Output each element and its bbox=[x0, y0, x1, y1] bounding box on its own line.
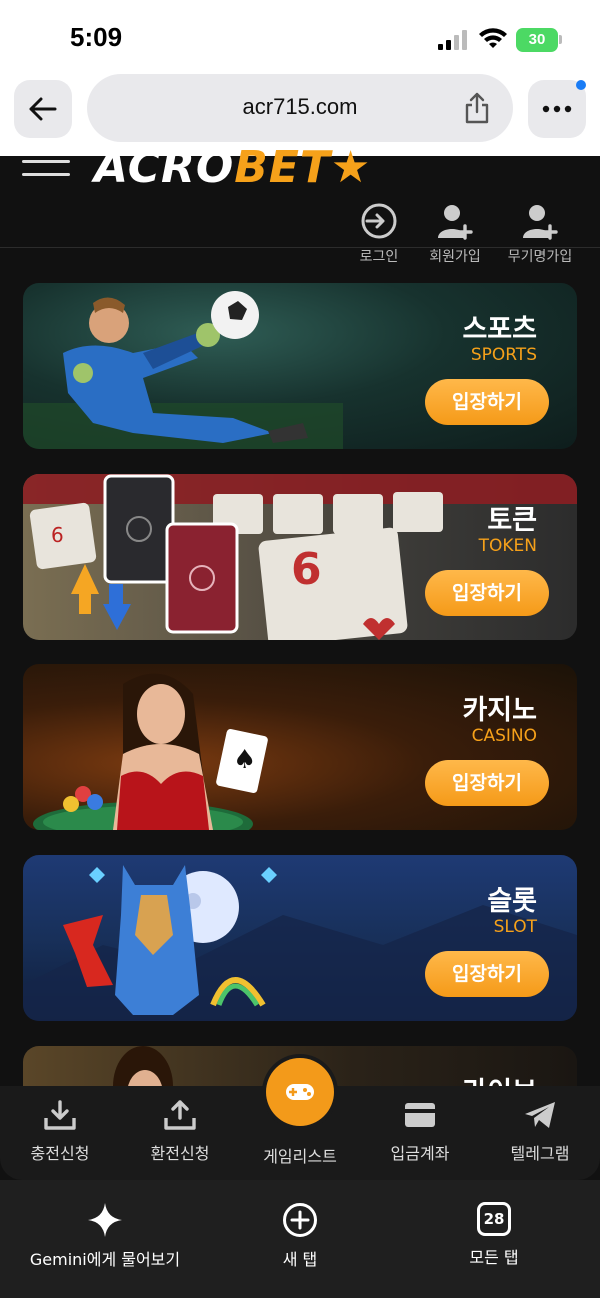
user-add-icon bbox=[438, 205, 473, 240]
nav-label: 텔레그램 bbox=[510, 1144, 570, 1163]
sports-card[interactable]: 스포츠 SPORTS 입장하기 bbox=[23, 283, 577, 449]
svg-text:6: 6 bbox=[291, 544, 322, 595]
sparkle-icon bbox=[88, 1203, 122, 1237]
slot-card[interactable]: 슬롯 SLOT 입장하기 bbox=[23, 855, 577, 1021]
signup-button[interactable]: 회원가입 bbox=[415, 202, 495, 266]
tabs-count: 28 bbox=[483, 1210, 505, 1228]
nav-withdraw-request[interactable]: 환전신청 bbox=[130, 1100, 230, 1164]
svg-text:♠: ♠ bbox=[233, 745, 256, 775]
download-icon bbox=[44, 1100, 76, 1130]
status-time: 5:09 bbox=[70, 22, 123, 52]
wifi-icon bbox=[479, 28, 507, 48]
card-subtitle: TOKEN bbox=[478, 536, 537, 556]
svg-text:6: 6 bbox=[51, 523, 64, 547]
card-icon bbox=[405, 1103, 435, 1127]
card-title: 토큰 bbox=[487, 505, 537, 536]
share-icon[interactable] bbox=[463, 92, 491, 124]
soccer-player-illustration bbox=[23, 291, 343, 449]
anonymous-signup-label: 무기명가입 bbox=[507, 249, 573, 265]
url-text: acr715.com bbox=[242, 94, 358, 119]
address-bar[interactable]: acr715.com bbox=[87, 74, 513, 142]
anonymous-signup-button[interactable]: 무기명가입 bbox=[500, 202, 580, 266]
card-title: 카지노 bbox=[462, 695, 537, 726]
notification-dot bbox=[576, 80, 586, 90]
nav-label: 입금계좌 bbox=[390, 1144, 450, 1163]
site-logo[interactable]: ACROBET★ bbox=[94, 142, 371, 193]
user-add-icon bbox=[523, 205, 558, 240]
login-label: 로그인 bbox=[359, 249, 399, 265]
nav-deposit-request[interactable]: 충전신청 bbox=[10, 1100, 110, 1164]
enter-slot-button[interactable]: 입장하기 bbox=[425, 951, 549, 997]
upload-icon bbox=[164, 1100, 196, 1130]
bb-label: Gemini에게 물어보기 bbox=[29, 1250, 181, 1269]
plus-circle-icon bbox=[283, 1203, 317, 1237]
enter-casino-button[interactable]: 입장하기 bbox=[425, 760, 549, 806]
token-card[interactable]: 6 6 토큰 TOKEN 입장하기 bbox=[23, 474, 577, 640]
bb-label: 새 탭 bbox=[282, 1250, 318, 1269]
nav-telegram[interactable]: 텔레그램 bbox=[490, 1100, 590, 1164]
card-subtitle: CASINO bbox=[471, 726, 537, 746]
login-icon bbox=[361, 203, 397, 239]
site-header: ACROBET★ 로그인 회원가입 무기명가입 bbox=[0, 142, 600, 265]
new-tab-button[interactable]: 새 탭 bbox=[250, 1202, 350, 1270]
status-bar: 5:09 30 bbox=[0, 0, 600, 72]
ellipsis-icon bbox=[542, 105, 572, 113]
back-button[interactable] bbox=[14, 80, 72, 138]
menu-icon[interactable] bbox=[22, 160, 70, 188]
login-button[interactable]: 로그인 bbox=[339, 202, 419, 266]
signup-label: 회원가입 bbox=[429, 249, 481, 265]
bb-label: 모든 탭 bbox=[469, 1248, 519, 1267]
card-subtitle: SPORTS bbox=[470, 345, 537, 365]
browser-bottom-bar: Gemini에게 물어보기 새 탭 28 모든 탭 bbox=[0, 1180, 600, 1298]
gemini-ask-button[interactable]: Gemini에게 물어보기 bbox=[20, 1202, 190, 1270]
card-subtitle: SLOT bbox=[493, 917, 537, 937]
nav-label: 환전신청 bbox=[150, 1144, 210, 1163]
tabs-icon: 28 bbox=[477, 1202, 511, 1236]
all-tabs-button[interactable]: 28 모든 탭 bbox=[444, 1202, 544, 1268]
nav-label: 게임리스트 bbox=[263, 1147, 337, 1166]
casino-dealer-illustration: ♠ bbox=[33, 673, 268, 830]
nav-label: 충전신청 bbox=[30, 1144, 90, 1163]
nav-deposit-account[interactable]: 입금계좌 bbox=[370, 1100, 470, 1164]
battery-icon: 30 bbox=[516, 28, 558, 52]
telegram-icon bbox=[525, 1102, 555, 1128]
signal-icon bbox=[438, 30, 468, 50]
battery-tip bbox=[559, 35, 562, 44]
enter-token-button[interactable]: 입장하기 bbox=[425, 570, 549, 616]
card-title: 슬롯 bbox=[487, 886, 537, 917]
nav-game-list[interactable] bbox=[266, 1058, 334, 1126]
card-title: 스포츠 bbox=[462, 314, 537, 345]
enter-sports-button[interactable]: 입장하기 bbox=[425, 379, 549, 425]
gamepad-icon bbox=[286, 1084, 314, 1100]
casino-card[interactable]: ♠ 카지노 CASINO 입장하기 bbox=[23, 664, 577, 830]
arrow-left-icon bbox=[29, 97, 57, 121]
